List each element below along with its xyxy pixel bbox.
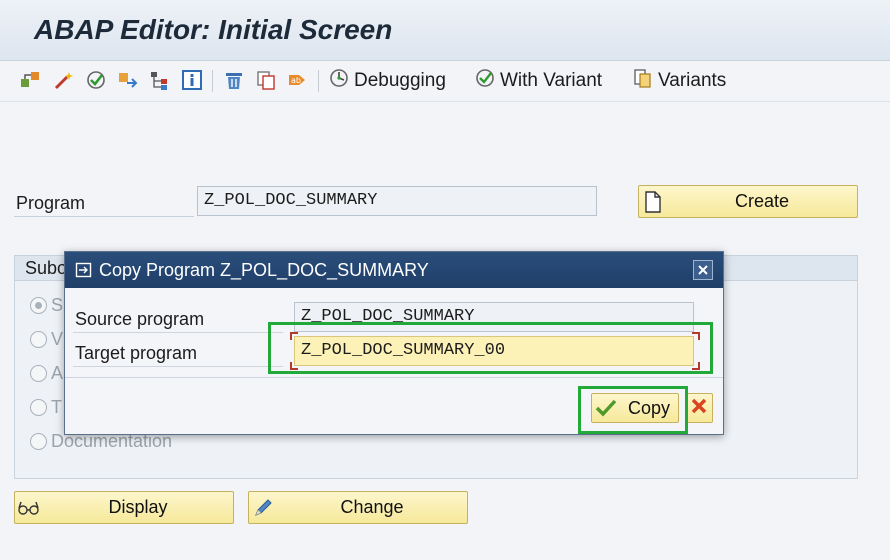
row-divider: [73, 366, 283, 367]
radio-button[interactable]: [30, 399, 47, 416]
row-divider: [73, 332, 283, 333]
pencil-icon: [249, 497, 277, 519]
variants-button[interactable]: Variants: [632, 68, 726, 94]
dialog-close-button[interactable]: [693, 260, 713, 280]
with-variant-icon: [474, 67, 496, 95]
magic-wand-icon[interactable]: [52, 68, 76, 92]
dialog-footer-divider: [65, 377, 723, 378]
hierarchy-icon[interactable]: [148, 68, 172, 92]
target-program-label: Target program: [75, 343, 198, 363]
highlight-target-program: [268, 322, 713, 374]
rename-icon[interactable]: ab: [286, 68, 310, 92]
radio-attributes[interactable]: A: [30, 363, 63, 384]
with-variant-label: With Variant: [500, 70, 603, 91]
variants-label: Variants: [658, 70, 727, 91]
toolbar-separator: [318, 70, 319, 92]
close-icon: [697, 260, 709, 281]
check-icon[interactable]: [84, 68, 108, 92]
radio-variants[interactable]: V: [30, 329, 63, 350]
radio-button[interactable]: [30, 433, 47, 450]
create-button[interactable]: Create: [638, 185, 858, 218]
radio-button[interactable]: [30, 365, 47, 382]
dialog-window-icon: [75, 261, 93, 279]
title-bar: ABAP Editor: Initial Screen: [0, 0, 890, 61]
cancel-icon: [690, 397, 708, 420]
program-label-underline: [14, 216, 194, 217]
document-icon: [639, 190, 667, 213]
delete-icon[interactable]: [222, 68, 246, 92]
cancel-button[interactable]: [685, 393, 713, 423]
radio-text-elements[interactable]: T: [30, 397, 62, 418]
radio-source-code[interactable]: S: [30, 295, 63, 316]
page-title: ABAP Editor: Initial Screen: [34, 14, 393, 45]
dialog-title: Copy Program Z_POL_DOC_SUMMARY: [99, 259, 429, 280]
debugging-button[interactable]: Debugging: [328, 68, 446, 94]
program-label: Program: [16, 193, 86, 213]
dialog-titlebar: Copy Program Z_POL_DOC_SUMMARY: [65, 252, 723, 288]
where-used-icon[interactable]: [116, 68, 140, 92]
toolbar-separator: [212, 70, 213, 92]
radio-button[interactable]: [30, 331, 47, 348]
glasses-icon: [15, 499, 43, 517]
display-button[interactable]: Display: [14, 491, 234, 524]
debugging-label: Debugging: [354, 70, 446, 91]
change-label: Change: [340, 497, 404, 517]
svg-text:ab: ab: [291, 76, 301, 85]
create-label: Create: [734, 191, 790, 211]
change-button[interactable]: Change: [248, 491, 468, 524]
program-input[interactable]: Z_POL_DOC_SUMMARY: [197, 186, 597, 216]
highlight-copy-button: [578, 386, 688, 434]
display-label: Display: [108, 497, 168, 517]
debugging-icon: [328, 67, 350, 95]
copy-icon[interactable]: [254, 68, 278, 92]
object-list-icon[interactable]: [18, 68, 42, 92]
info-icon[interactable]: [180, 68, 204, 92]
with-variant-button[interactable]: With Variant: [474, 68, 602, 94]
radio-button[interactable]: [30, 297, 47, 314]
variants-icon: [632, 67, 654, 95]
source-program-label: Source program: [75, 309, 205, 329]
